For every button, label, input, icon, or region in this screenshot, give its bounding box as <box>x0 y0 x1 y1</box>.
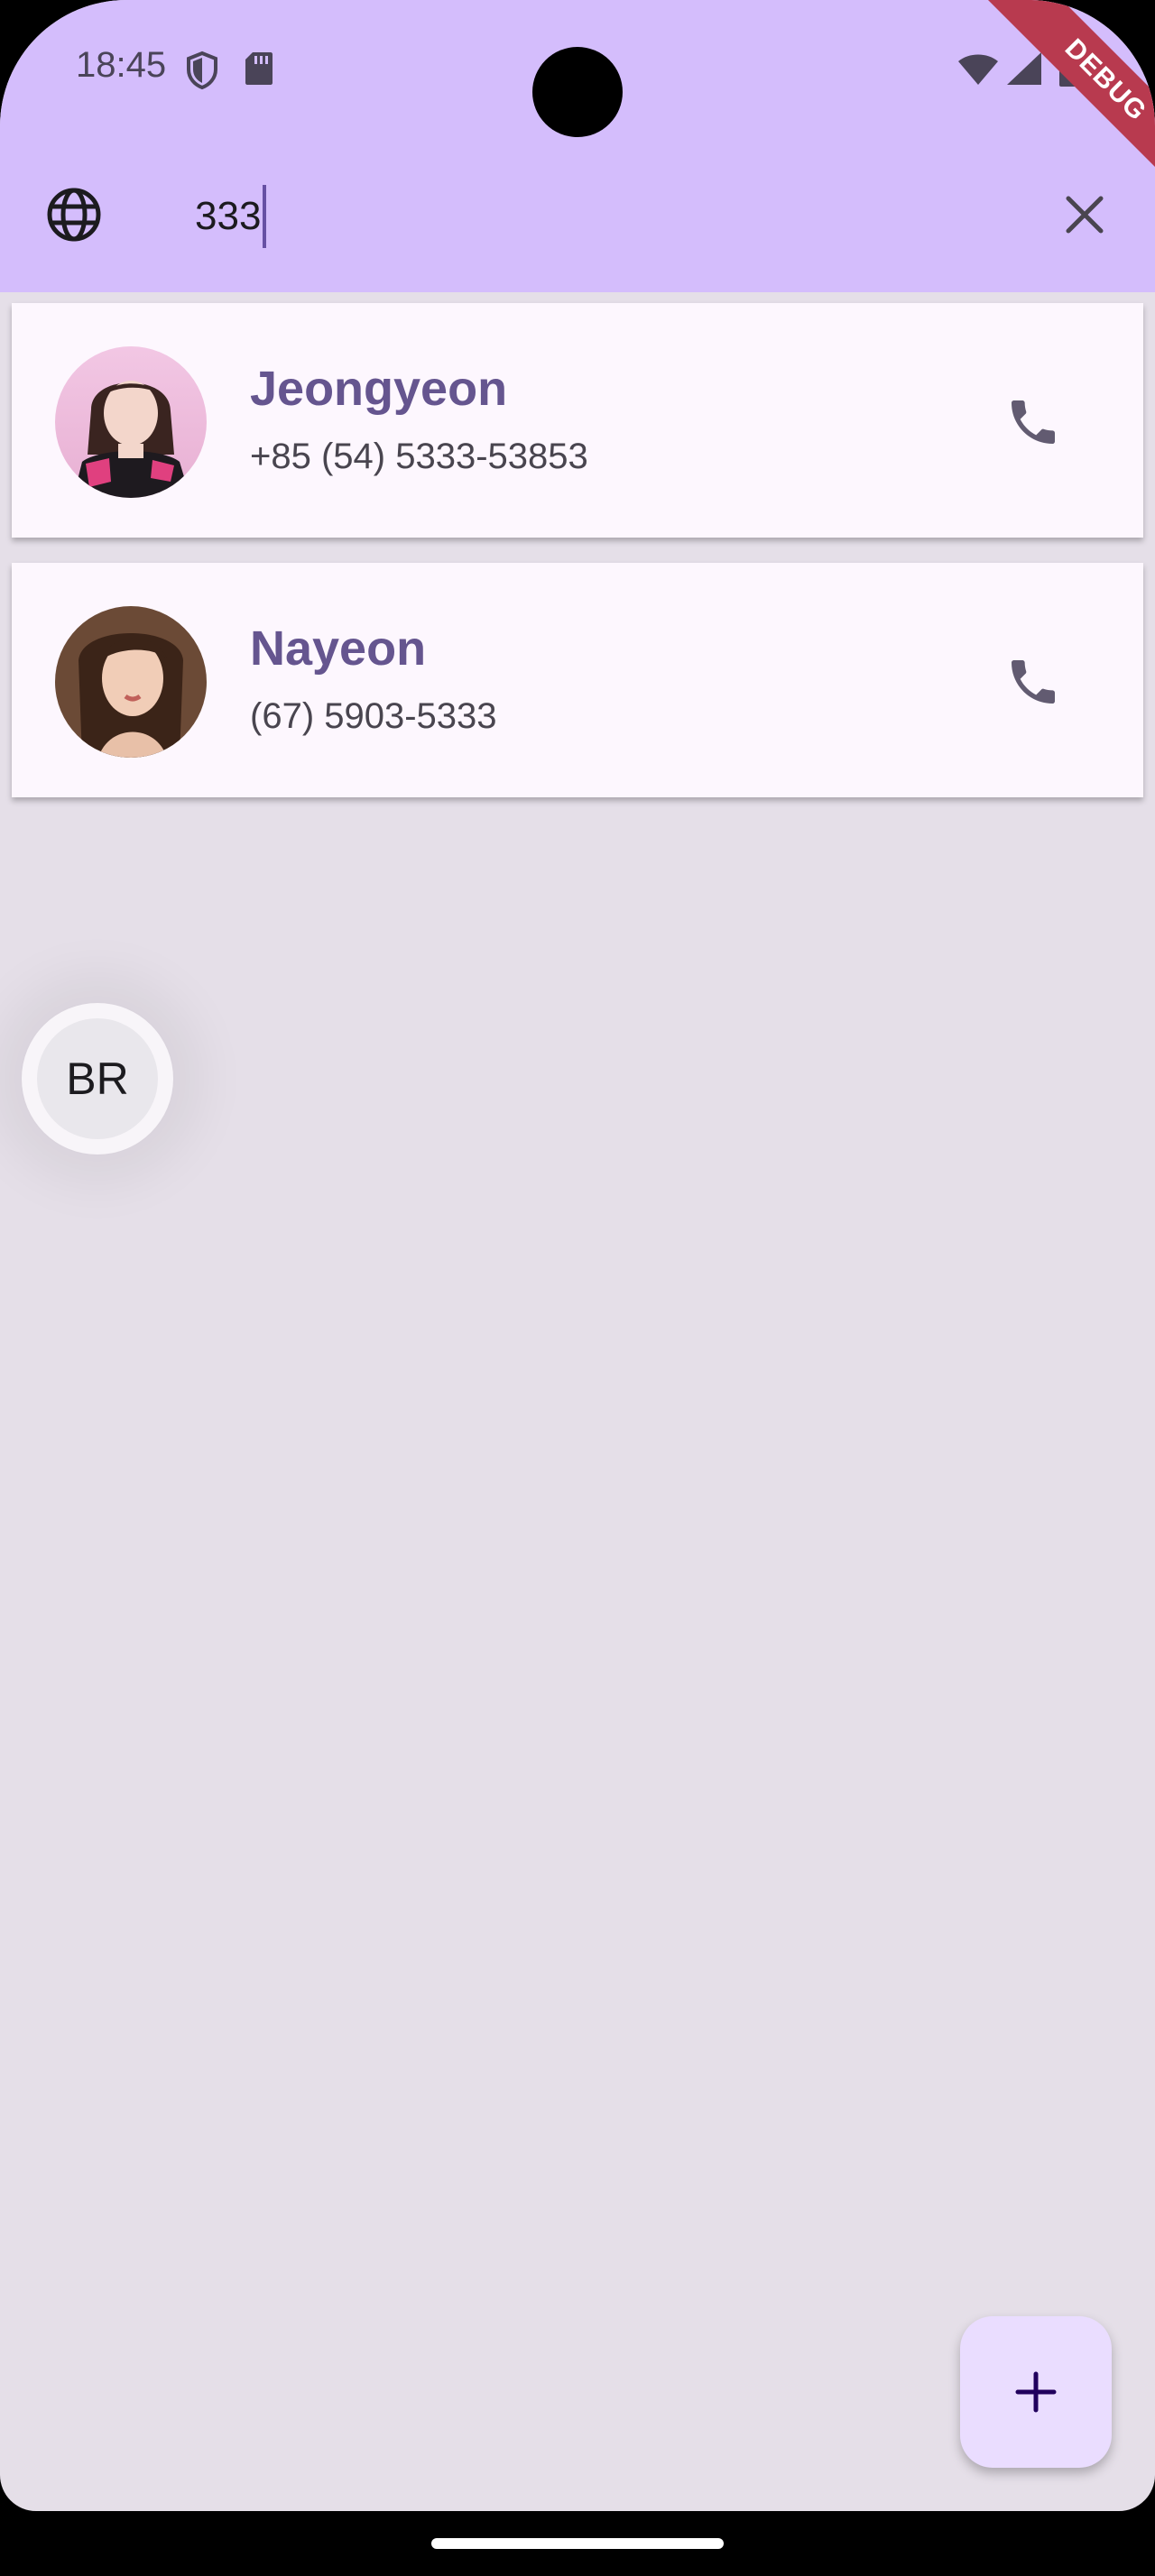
sd-card-icon <box>245 52 273 85</box>
fast-scroll-bubble[interactable]: BR <box>22 1003 173 1155</box>
home-indicator[interactable] <box>431 2538 724 2549</box>
signal-icon <box>1007 52 1041 85</box>
call-icon[interactable] <box>1004 653 1062 711</box>
search-query: 333 <box>195 194 262 238</box>
call-icon[interactable] <box>1004 393 1062 451</box>
avatar <box>55 346 207 498</box>
contact-card[interactable]: Nayeon (67) 5903-5333 <box>12 563 1143 797</box>
contact-name: Jeongyeon <box>250 362 508 416</box>
globe-icon[interactable] <box>45 186 103 244</box>
search-input[interactable]: 333 <box>195 184 267 249</box>
wifi-icon <box>958 54 998 85</box>
contact-card[interactable]: Jeongyeon +85 (54) 5333-53853 <box>12 303 1143 538</box>
camera-cutout <box>532 47 623 137</box>
add-contact-button[interactable] <box>960 2316 1112 2468</box>
contact-phone: (67) 5903-5333 <box>250 696 497 736</box>
contact-phone: +85 (54) 5333-53853 <box>250 437 588 476</box>
fast-scroll-label: BR <box>37 1018 158 1139</box>
app-bar: 18:45 DEBUG 333 <box>0 0 1155 292</box>
add-icon <box>1015 2371 1057 2413</box>
status-time: 18:45 <box>76 45 167 85</box>
text-caret <box>263 185 267 248</box>
contact-name: Nayeon <box>250 621 427 676</box>
avatar <box>55 606 207 758</box>
close-icon[interactable] <box>1063 193 1106 236</box>
shield-icon <box>187 51 217 90</box>
app-screen: 18:45 DEBUG 333 Jeongyeon +85 (54) 5333-… <box>0 0 1155 2511</box>
debug-banner: DEBUG <box>981 0 1155 205</box>
